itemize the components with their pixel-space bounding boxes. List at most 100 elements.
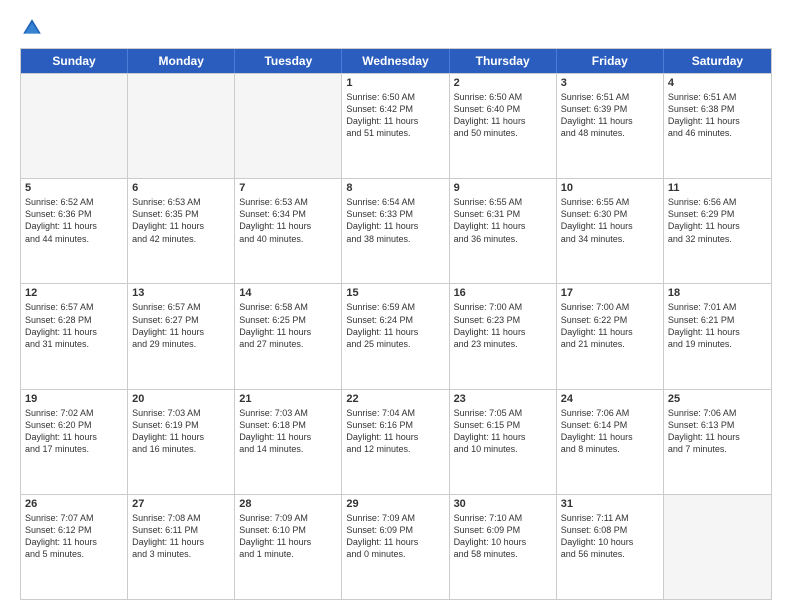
day-cell-1: 1Sunrise: 6:50 AM Sunset: 6:42 PM Daylig… <box>342 74 449 178</box>
day-info: Sunrise: 6:59 AM Sunset: 6:24 PM Dayligh… <box>346 301 444 350</box>
day-cell-12: 12 Sunrise: 6:57 AM Sunset: 6:28 PM Dayli… <box>21 284 128 388</box>
day-info: Sunrise: 7:10 AM Sunset: 6:09 PM Dayligh… <box>454 512 552 561</box>
day-info: Sunrise: 6:54 AM Sunset: 6:33 PM Dayligh… <box>346 196 444 245</box>
header-day-wednesday: Wednesday <box>342 49 449 73</box>
day-cell-26: 26Sunrise: 7:07 AM Sunset: 6:12 PM Dayli… <box>21 495 128 599</box>
calendar-row-4: 26Sunrise: 7:07 AM Sunset: 6:12 PM Dayli… <box>21 494 771 599</box>
day-cell-29: 29 Sunrise: 7:09 AM Sunset: 6:09 PM Dayli… <box>342 495 449 599</box>
day-number: 3 <box>561 77 659 89</box>
day-number: 16 <box>454 287 552 299</box>
day-cell-13: 13 Sunrise: 6:57 AM Sunset: 6:27 PM Dayli… <box>128 284 235 388</box>
day-info: Sunrise: 7:07 AM Sunset: 6:12 PM Dayligh… <box>25 512 123 561</box>
day-cell-15: 15 Sunrise: 6:59 AM Sunset: 6:24 PM Dayli… <box>342 284 449 388</box>
calendar-row-3: 19 Sunrise: 7:02 AM Sunset: 6:20 PM Dayli… <box>21 389 771 494</box>
day-number: 11 <box>668 182 767 194</box>
day-number: 10 <box>561 182 659 194</box>
day-cell-10: 10 Sunrise: 6:55 AM Sunset: 6:30 PM Dayli… <box>557 179 664 283</box>
day-cell-empty-4-6 <box>664 495 771 599</box>
day-number: 5 <box>25 182 123 194</box>
day-info: Sunrise: 7:06 AM Sunset: 6:14 PM Dayligh… <box>561 407 659 456</box>
calendar-header: SundayMondayTuesdayWednesdayThursdayFrid… <box>21 49 771 73</box>
day-info: Sunrise: 6:58 AM Sunset: 6:25 PM Dayligh… <box>239 301 337 350</box>
day-cell-27: 27 Sunrise: 7:08 AM Sunset: 6:11 PM Dayli… <box>128 495 235 599</box>
day-info: Sunrise: 6:53 AM Sunset: 6:34 PM Dayligh… <box>239 196 337 245</box>
day-info: Sunrise: 6:53 AM Sunset: 6:35 PM Dayligh… <box>132 196 230 245</box>
day-info: Sunrise: 7:04 AM Sunset: 6:16 PM Dayligh… <box>346 407 444 456</box>
logo-icon <box>20 16 44 40</box>
day-number: 27 <box>132 498 230 510</box>
day-info: Sunrise: 6:56 AM Sunset: 6:29 PM Dayligh… <box>668 196 767 245</box>
day-cell-18: 18Sunrise: 7:01 AM Sunset: 6:21 PM Dayli… <box>664 284 771 388</box>
calendar-body: 1Sunrise: 6:50 AM Sunset: 6:42 PM Daylig… <box>21 73 771 599</box>
day-info: Sunrise: 7:00 AM Sunset: 6:22 PM Dayligh… <box>561 301 659 350</box>
day-number: 23 <box>454 393 552 405</box>
day-number: 12 <box>25 287 123 299</box>
day-info: Sunrise: 7:02 AM Sunset: 6:20 PM Dayligh… <box>25 407 123 456</box>
day-number: 19 <box>25 393 123 405</box>
day-cell-21: 21 Sunrise: 7:03 AM Sunset: 6:18 PM Dayli… <box>235 390 342 494</box>
day-number: 9 <box>454 182 552 194</box>
day-cell-2: 2Sunrise: 6:50 AM Sunset: 6:40 PM Daylig… <box>450 74 557 178</box>
header-day-monday: Monday <box>128 49 235 73</box>
day-info: Sunrise: 7:03 AM Sunset: 6:18 PM Dayligh… <box>239 407 337 456</box>
day-cell-6: 6 Sunrise: 6:53 AM Sunset: 6:35 PM Daylig… <box>128 179 235 283</box>
day-info: Sunrise: 6:51 AM Sunset: 6:38 PM Dayligh… <box>668 91 767 140</box>
day-number: 14 <box>239 287 337 299</box>
day-cell-23: 23 Sunrise: 7:05 AM Sunset: 6:15 PM Dayli… <box>450 390 557 494</box>
day-cell-30: 30 Sunrise: 7:10 AM Sunset: 6:09 PM Dayli… <box>450 495 557 599</box>
calendar: SundayMondayTuesdayWednesdayThursdayFrid… <box>20 48 772 600</box>
day-number: 17 <box>561 287 659 299</box>
day-number: 13 <box>132 287 230 299</box>
header-day-tuesday: Tuesday <box>235 49 342 73</box>
day-cell-24: 24 Sunrise: 7:06 AM Sunset: 6:14 PM Dayli… <box>557 390 664 494</box>
day-info: Sunrise: 7:00 AM Sunset: 6:23 PM Dayligh… <box>454 301 552 350</box>
day-cell-20: 20Sunrise: 7:03 AM Sunset: 6:19 PM Dayli… <box>128 390 235 494</box>
day-info: Sunrise: 7:09 AM Sunset: 6:09 PM Dayligh… <box>346 512 444 561</box>
day-number: 25 <box>668 393 767 405</box>
day-number: 15 <box>346 287 444 299</box>
day-info: Sunrise: 7:01 AM Sunset: 6:21 PM Dayligh… <box>668 301 767 350</box>
day-info: Sunrise: 7:09 AM Sunset: 6:10 PM Dayligh… <box>239 512 337 561</box>
day-cell-empty-0-1 <box>128 74 235 178</box>
day-cell-7: 7Sunrise: 6:53 AM Sunset: 6:34 PM Daylig… <box>235 179 342 283</box>
day-cell-11: 11 Sunrise: 6:56 AM Sunset: 6:29 PM Dayli… <box>664 179 771 283</box>
day-number: 4 <box>668 77 767 89</box>
day-cell-5: 5 Sunrise: 6:52 AM Sunset: 6:36 PM Daylig… <box>21 179 128 283</box>
day-cell-25: 25 Sunrise: 7:06 AM Sunset: 6:13 PM Dayli… <box>664 390 771 494</box>
day-number: 8 <box>346 182 444 194</box>
day-number: 21 <box>239 393 337 405</box>
day-cell-8: 8 Sunrise: 6:54 AM Sunset: 6:33 PM Daylig… <box>342 179 449 283</box>
day-info: Sunrise: 6:57 AM Sunset: 6:27 PM Dayligh… <box>132 301 230 350</box>
day-cell-17: 17 Sunrise: 7:00 AM Sunset: 6:22 PM Dayli… <box>557 284 664 388</box>
day-info: Sunrise: 7:05 AM Sunset: 6:15 PM Dayligh… <box>454 407 552 456</box>
calendar-row-1: 5 Sunrise: 6:52 AM Sunset: 6:36 PM Daylig… <box>21 178 771 283</box>
day-info: Sunrise: 6:52 AM Sunset: 6:36 PM Dayligh… <box>25 196 123 245</box>
header-day-sunday: Sunday <box>21 49 128 73</box>
day-info: Sunrise: 6:50 AM Sunset: 6:42 PM Dayligh… <box>346 91 444 140</box>
day-cell-22: 22 Sunrise: 7:04 AM Sunset: 6:16 PM Dayli… <box>342 390 449 494</box>
logo <box>20 16 48 40</box>
page-header <box>20 16 772 40</box>
day-info: Sunrise: 6:50 AM Sunset: 6:40 PM Dayligh… <box>454 91 552 140</box>
day-info: Sunrise: 6:57 AM Sunset: 6:28 PM Dayligh… <box>25 301 123 350</box>
day-cell-28: 28Sunrise: 7:09 AM Sunset: 6:10 PM Dayli… <box>235 495 342 599</box>
day-info: Sunrise: 6:55 AM Sunset: 6:31 PM Dayligh… <box>454 196 552 245</box>
day-number: 30 <box>454 498 552 510</box>
day-number: 31 <box>561 498 659 510</box>
day-info: Sunrise: 7:03 AM Sunset: 6:19 PM Dayligh… <box>132 407 230 456</box>
day-cell-4: 4 Sunrise: 6:51 AM Sunset: 6:38 PM Daylig… <box>664 74 771 178</box>
day-number: 6 <box>132 182 230 194</box>
calendar-row-2: 12 Sunrise: 6:57 AM Sunset: 6:28 PM Dayli… <box>21 283 771 388</box>
day-number: 24 <box>561 393 659 405</box>
day-cell-14: 14 Sunrise: 6:58 AM Sunset: 6:25 PM Dayli… <box>235 284 342 388</box>
day-info: Sunrise: 6:55 AM Sunset: 6:30 PM Dayligh… <box>561 196 659 245</box>
day-info: Sunrise: 7:11 AM Sunset: 6:08 PM Dayligh… <box>561 512 659 561</box>
calendar-row-0: 1Sunrise: 6:50 AM Sunset: 6:42 PM Daylig… <box>21 73 771 178</box>
day-info: Sunrise: 7:08 AM Sunset: 6:11 PM Dayligh… <box>132 512 230 561</box>
day-number: 22 <box>346 393 444 405</box>
day-info: Sunrise: 7:06 AM Sunset: 6:13 PM Dayligh… <box>668 407 767 456</box>
day-cell-19: 19 Sunrise: 7:02 AM Sunset: 6:20 PM Dayli… <box>21 390 128 494</box>
day-number: 29 <box>346 498 444 510</box>
header-day-friday: Friday <box>557 49 664 73</box>
header-day-saturday: Saturday <box>664 49 771 73</box>
